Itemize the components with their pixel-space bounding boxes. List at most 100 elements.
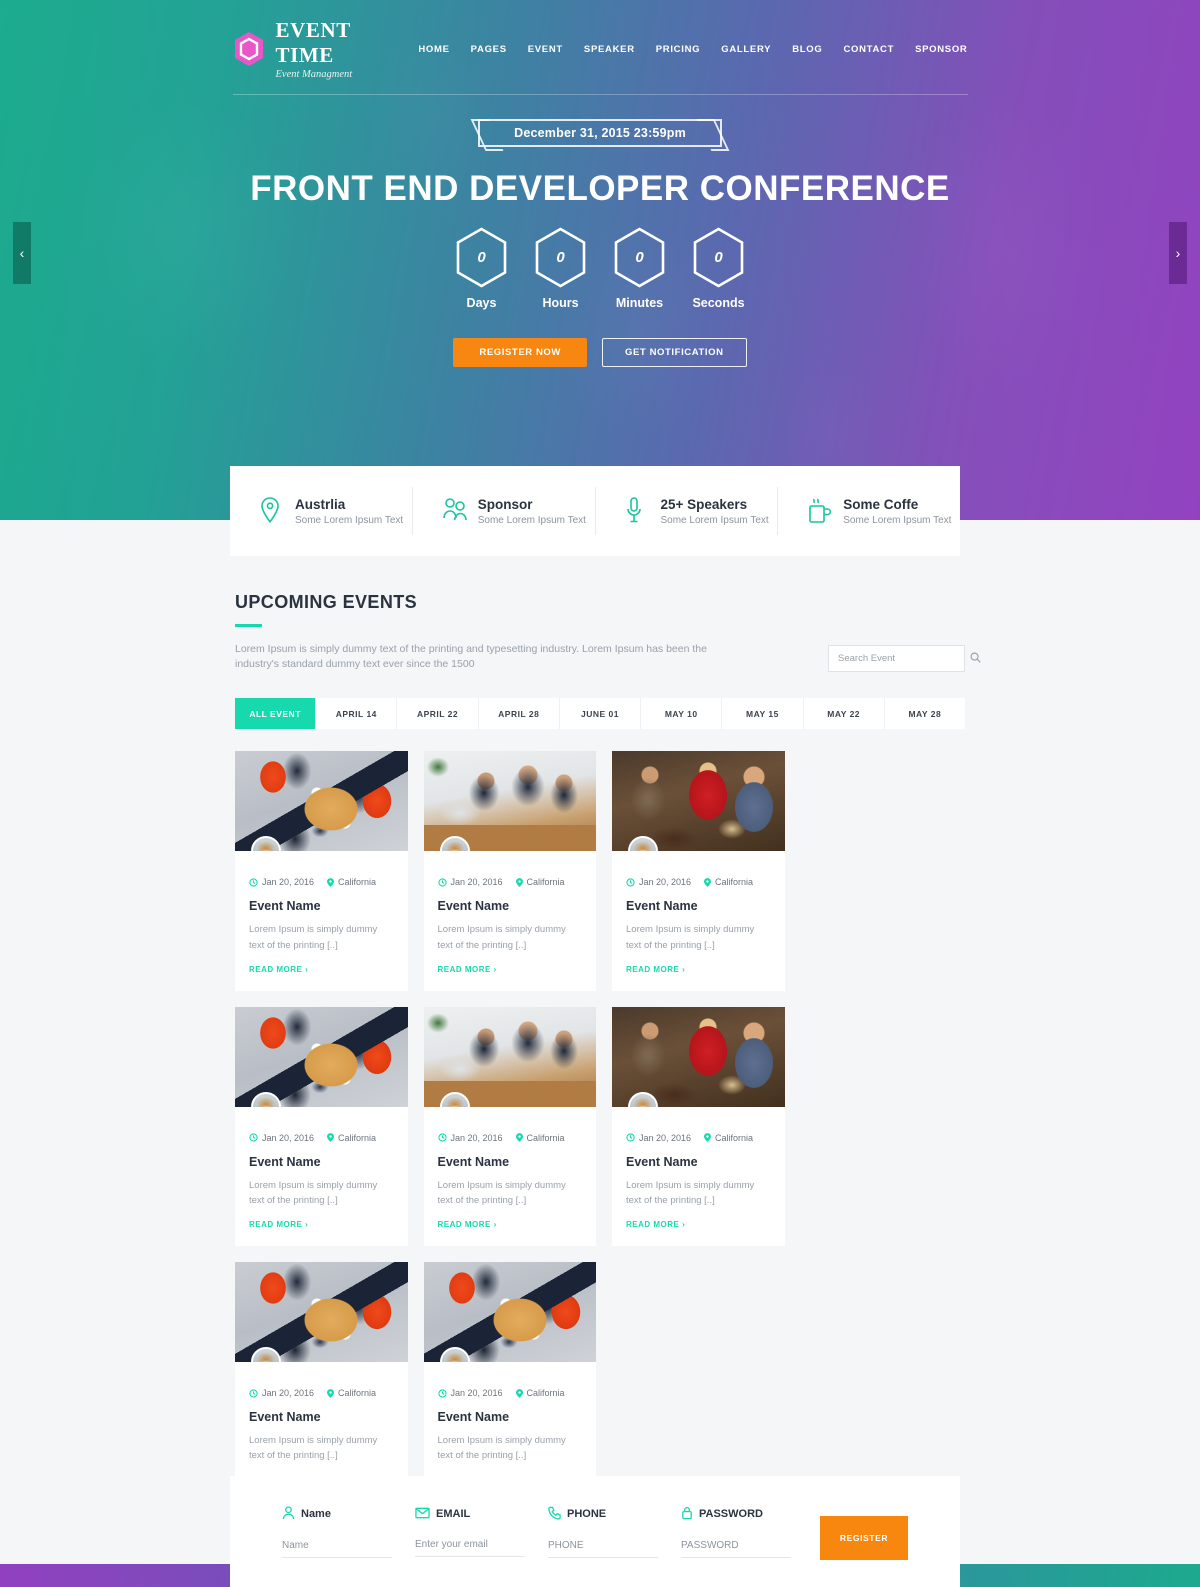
event-date-text: Jan 20, 2016 [450,1132,503,1143]
event-card[interactable]: Jan 20, 2016 California Event Name Lorem Ip… [423,1006,596,1247]
get-notification-button[interactable]: GET NOTIFICATION [602,338,747,367]
tab-may-15[interactable]: MAY 15 [722,698,804,730]
nav-item-blog[interactable]: BLOG [792,44,822,55]
tab-april-22[interactable]: APRIL 22 [397,698,479,730]
info-title: 25+ Speakers [660,496,748,512]
info-title: Austrlia [295,496,346,512]
info-item-sponsor[interactable]: Sponsor Some Lorem Ipsum Text [411,487,595,535]
register-now-button[interactable]: REGISTER NOW [453,338,587,367]
event-card-image[interactable] [423,751,596,852]
email-input[interactable] [415,1529,525,1557]
event-description: Lorem Ipsum is simply dummy text of the … [437,1179,566,1206]
event-card[interactable]: Jan 20, 2016 California Event Name Lorem Ip… [235,1006,408,1247]
tab-may-22[interactable]: MAY 22 [803,698,885,730]
nav-item-speaker[interactable]: SPEAKER [584,44,635,55]
event-location: California [515,877,565,888]
tab-june-01[interactable]: JUNE 01 [559,698,642,730]
tab-april-14[interactable]: APRIL 14 [316,698,398,730]
slider-prev-button[interactable]: ‹ [13,222,31,284]
register-submit-button[interactable]: REGISTER [820,1515,908,1560]
page-title: UPCOMING EVENTS [235,592,418,612]
event-card-image[interactable] [235,751,408,852]
event-card-image[interactable] [423,1006,596,1107]
event-card[interactable]: Jan 20, 2016 California Event Name Lorem Ip… [612,1006,785,1247]
read-more-link[interactable]: READ MORE › [626,1220,685,1229]
nav-item-pages[interactable]: PAGES [471,44,507,55]
nav-item-gallery[interactable]: GALLERY [721,44,771,55]
search-icon[interactable] [970,650,981,668]
event-description: Lorem Ipsum is simply dummy text of the … [249,924,378,951]
info-item-location[interactable]: Austrlia Some Lorem Ipsum Text [230,487,412,535]
event-card[interactable]: Jan 20, 2016 California Event Name Lorem Ip… [423,751,596,991]
nav-item-home[interactable]: HOME [418,44,449,55]
hexagon-frame-icon: 0 [612,227,667,288]
event-title: Event Name [437,899,510,914]
event-title: Event Name [626,899,698,914]
info-item-coffee[interactable]: Some Coffe Some Lorem Ipsum Text [777,487,960,535]
brand-subtitle: Event Managment [275,69,353,80]
event-date-ribbon: December 31, 2015 23:59pm [478,119,722,147]
tab-may-28[interactable]: MAY 28 [884,698,965,730]
event-description: Lorem Ipsum is simply dummy text of the … [626,924,755,951]
event-card[interactable]: Jan 20, 2016 California Event Name Lorem Ip… [235,1262,408,1502]
event-location: California [515,1132,565,1143]
event-card-image[interactable] [423,1262,596,1363]
tab-all-event[interactable]: ALL EVENT [235,698,317,730]
read-more-link[interactable]: READ MORE › [626,965,685,974]
event-location-text: California [715,1132,754,1143]
event-title: Event Name [249,1410,321,1425]
nav-item-pricing[interactable]: PRICING [656,44,701,55]
hexagon-frame-icon: 0 [533,227,588,288]
event-date: Jan 20, 2016 [437,877,503,888]
read-more-link[interactable]: READ MORE › [438,965,497,974]
main-navigation: HOME PAGES EVENT SPEAKER PRICING GALLERY… [418,44,967,55]
event-location-text: California [526,1132,565,1143]
event-card[interactable]: Jan 20, 2016 California Event Name Lorem Ip… [235,751,408,991]
nav-item-event[interactable]: EVENT [528,44,563,55]
nav-item-contact[interactable]: CONTACT [843,44,894,55]
tab-may-10[interactable]: MAY 10 [641,698,723,730]
event-location-text: California [715,877,754,888]
password-input[interactable] [681,1530,791,1558]
registration-form: Name EMAIL PHONE [230,1476,960,1587]
info-title: Sponsor [477,496,533,512]
event-title: Event Name [249,1154,321,1169]
event-title: Event Name [249,899,321,914]
tab-april-28[interactable]: APRIL 28 [478,698,560,730]
brand-logo[interactable]: EVENT TIME Event Managment [233,18,367,80]
read-more-link[interactable]: READ MORE › [249,965,308,974]
event-date-text: Jan 20, 2016 [639,877,692,888]
location-pin-icon [260,497,284,525]
event-date: Jan 20, 2016 [249,1133,314,1143]
read-more-link[interactable]: READ MORE › [438,1220,497,1229]
search-box[interactable] [828,645,981,672]
name-input[interactable] [282,1530,392,1558]
event-title: Event Name [626,1154,698,1169]
event-date: Jan 20, 2016 [626,877,691,887]
countdown-seconds: 0 Seconds [689,227,749,310]
event-card[interactable]: Jan 20, 2016 California Event Name Lorem Ip… [612,751,785,991]
nav-item-sponsor[interactable]: SPONSOR [915,44,967,55]
event-card-image[interactable] [235,1006,408,1107]
info-item-speakers[interactable]: 25+ Speakers Some Lorem Ipsum Text [594,487,778,535]
field-name: Name [282,1505,392,1558]
search-input[interactable] [838,653,970,664]
envelope-icon [415,1507,430,1522]
event-card[interactable]: Jan 20, 2016 California Event Name Lorem Ip… [423,1262,596,1502]
event-card-image[interactable] [235,1262,408,1363]
event-location: California [704,877,753,887]
event-card-image[interactable] [612,751,785,852]
info-subtitle: Some Lorem Ipsum Text [843,514,952,526]
event-date-text: Jan 20, 2016 [450,1388,503,1399]
event-filter-tabs: ALL EVENT APRIL 14 APRIL 22 APRIL 28 JUN… [235,698,965,730]
event-location-text: California [526,1388,565,1399]
field-label: PASSWORD [699,1508,763,1520]
event-date-text: Jan 20, 2016 [450,877,503,888]
field-phone: PHONE [548,1506,658,1558]
read-more-link[interactable]: READ MORE › [249,1220,308,1229]
event-location-text: California [526,877,565,888]
field-label: PHONE [567,1508,607,1520]
phone-input[interactable] [548,1530,658,1558]
event-card-image[interactable] [612,1006,785,1107]
slider-next-button[interactable]: › [1169,222,1187,284]
